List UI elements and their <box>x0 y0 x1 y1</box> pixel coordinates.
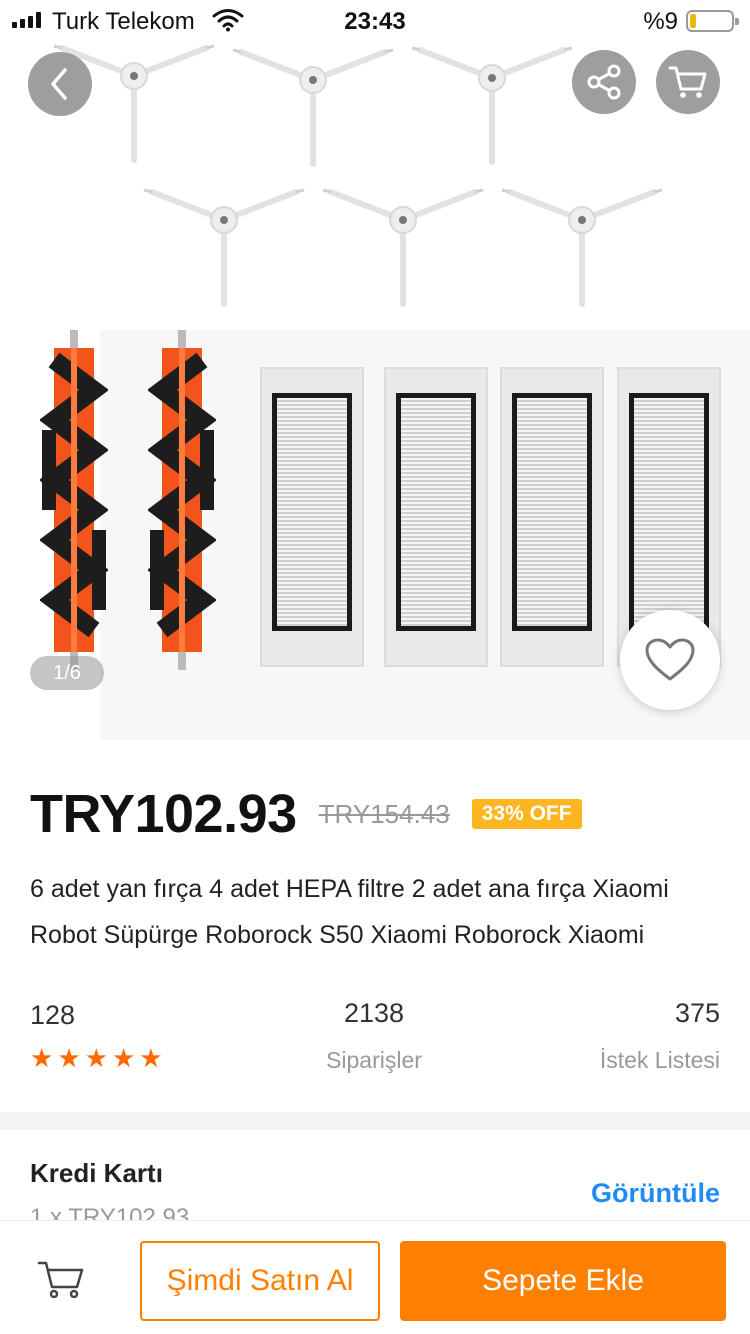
star-icon: ★ <box>139 1043 163 1073</box>
back-button[interactable] <box>28 52 92 116</box>
side-brushes-image <box>0 0 750 320</box>
star-icon: ★ <box>84 1043 108 1073</box>
discount-badge: 33% OFF <box>471 799 582 829</box>
wishlist-count: 375 <box>674 998 720 1028</box>
share-icon <box>587 64 621 100</box>
cart-button[interactable] <box>656 50 720 114</box>
cart-button[interactable] <box>36 1257 86 1301</box>
original-price: TRY154.43 <box>318 798 450 829</box>
star-icon: ★ <box>30 1043 54 1073</box>
orders-label: Siparişler <box>326 1047 422 1073</box>
payment-title: Kredi Kartı <box>30 1158 163 1188</box>
wishlist-stat: 375 İstek Listesi <box>600 998 720 1074</box>
add-to-cart-button[interactable]: Sepete Ekle <box>400 1241 726 1321</box>
view-payment-link[interactable]: Görüntüle <box>591 1178 720 1209</box>
hepa-filter-image <box>500 367 604 667</box>
hepa-filter-image <box>384 367 488 667</box>
product-stats: 128 ★ ★ ★ ★ ★ 2138 Siparişler 375 İstek … <box>30 998 720 1078</box>
orders-count: 2138 <box>343 998 405 1028</box>
wishlist-button[interactable] <box>620 610 720 710</box>
heart-icon <box>645 638 695 681</box>
orders-stat: 2138 Siparişler <box>322 998 426 1074</box>
main-brush-image <box>148 330 216 670</box>
chevron-left-icon <box>51 68 67 100</box>
installment-text: 1 x TRY102.93 <box>30 1204 190 1220</box>
reviews-summary[interactable]: 128 ★ ★ ★ ★ ★ <box>30 1000 163 1071</box>
hepa-filter-image <box>260 367 364 667</box>
bottom-action-bar: Şimdi Satın Al Sepete Ekle <box>0 1220 750 1334</box>
star-icon: ★ <box>111 1043 136 1073</box>
product-title: 6 adet yan fırça 4 adet HEPA filtre 2 ad… <box>30 875 669 949</box>
rating-stars: ★ ★ ★ ★ ★ <box>30 1045 163 1071</box>
section-divider <box>0 1112 750 1130</box>
main-brush-image <box>40 330 108 670</box>
star-icon: ★ <box>57 1043 81 1073</box>
price-row: TRY102.93 TRY154.43 33% OFF <box>30 784 720 844</box>
current-price: TRY102.93 <box>30 784 297 844</box>
cart-icon <box>37 1261 84 1299</box>
status-bar: Turk Telekom 23:43 %9 <box>0 0 750 40</box>
cart-icon <box>668 66 707 98</box>
share-button[interactable] <box>572 50 636 114</box>
payment-section: Kredi Kartı Görüntüle 1 x TRY102.93 <box>0 1130 750 1220</box>
clock: 23:43 <box>344 8 406 35</box>
wishlist-label: İstek Listesi <box>599 1047 720 1073</box>
buy-now-button[interactable]: Şimdi Satın Al <box>140 1241 380 1321</box>
reviews-count: 128 <box>30 1000 76 1030</box>
battery-icon <box>686 10 739 32</box>
battery-percent: %9 <box>643 8 678 35</box>
image-counter: 1/6 <box>30 656 104 690</box>
